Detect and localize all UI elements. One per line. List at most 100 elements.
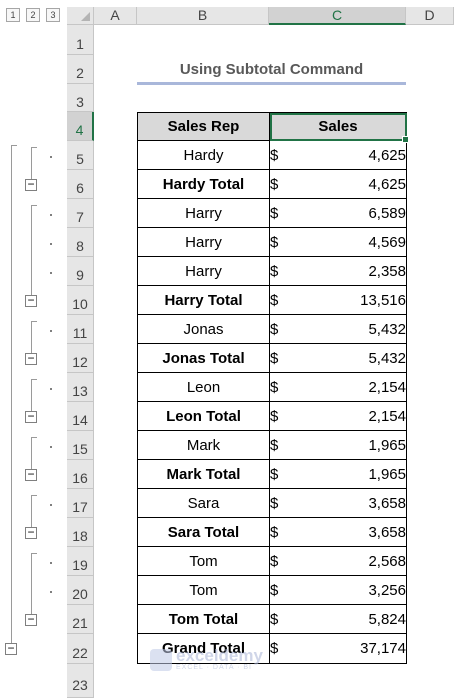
- sales-rep-cell[interactable]: Mark Total: [137, 459, 270, 489]
- row-header-1[interactable]: 1: [67, 25, 94, 55]
- sales-rep-cell[interactable]: Mark: [137, 430, 270, 460]
- sales-amount: $2,154: [270, 408, 406, 425]
- outline-group-line: [31, 147, 32, 179]
- outline-group-cap: [31, 379, 37, 380]
- sales-cell[interactable]: $2,358: [269, 256, 407, 286]
- fill-handle[interactable]: [402, 136, 409, 143]
- select-all-corner[interactable]: [67, 7, 94, 25]
- sales-rep-cell[interactable]: Tom: [137, 546, 270, 576]
- sales-cell[interactable]: $5,824: [269, 604, 407, 634]
- sales-rep-cell[interactable]: Hardy Total: [137, 169, 270, 199]
- row-header-18[interactable]: 18: [67, 518, 94, 547]
- row-header-15[interactable]: 15: [67, 431, 94, 460]
- row-header-4[interactable]: 4: [67, 112, 94, 141]
- outline-level-2-button[interactable]: 2: [26, 8, 40, 22]
- sales-cell[interactable]: $2,154: [269, 372, 407, 402]
- outline-group-cap: [31, 495, 37, 496]
- header-sales-rep[interactable]: Sales Rep: [137, 112, 270, 141]
- collapse-group-button[interactable]: −: [25, 526, 37, 539]
- row-header-23[interactable]: 23: [67, 664, 94, 698]
- sales-cell[interactable]: $4,625: [269, 140, 407, 170]
- sales-cell[interactable]: $1,965: [269, 430, 407, 460]
- subtotal-row: Harry Total $13,516: [137, 285, 407, 315]
- outline-group-line: [31, 205, 32, 295]
- sales-rep-cell[interactable]: Harry: [137, 256, 270, 286]
- subtotal-row: Leon Total $2,154: [137, 401, 407, 431]
- sales-rep-cell[interactable]: Jonas: [137, 314, 270, 344]
- row-header-10[interactable]: 10: [67, 286, 94, 315]
- collapse-group-button[interactable]: −: [25, 294, 37, 307]
- sales-cell[interactable]: $4,569: [269, 227, 407, 257]
- row-header-2[interactable]: 2: [67, 55, 94, 84]
- row-header-6[interactable]: 6: [67, 170, 94, 199]
- row-header-5[interactable]: 5: [67, 141, 94, 170]
- sales-rep-cell[interactable]: Tom Total: [137, 604, 270, 634]
- row-header-20[interactable]: 20: [67, 576, 94, 605]
- row-header-12[interactable]: 12: [67, 344, 94, 373]
- row-header-16[interactable]: 16: [67, 460, 94, 489]
- column-header-b[interactable]: B: [137, 7, 269, 25]
- sales-cell[interactable]: $4,625: [269, 169, 407, 199]
- column-header-d[interactable]: D: [406, 7, 454, 25]
- row-header-14[interactable]: 14: [67, 402, 94, 431]
- sales-cell[interactable]: $5,432: [269, 314, 407, 344]
- column-header-a[interactable]: A: [94, 7, 137, 25]
- currency-symbol: $: [270, 640, 279, 657]
- sales-rep-cell[interactable]: Leon Total: [137, 401, 270, 431]
- row-header-19[interactable]: 19: [67, 547, 94, 576]
- collapse-group-button[interactable]: −: [25, 468, 37, 481]
- sales-rep-cell[interactable]: Tom: [137, 575, 270, 605]
- row-header-21[interactable]: 21: [67, 605, 94, 634]
- sales-value: 3,256: [368, 581, 406, 599]
- sales-cell[interactable]: $13,516: [269, 285, 407, 315]
- header-sales[interactable]: Sales: [269, 112, 409, 143]
- sales-cell[interactable]: $2,568: [269, 546, 407, 576]
- sales-rep-cell[interactable]: Sara: [137, 488, 270, 518]
- outline-group-cap: [31, 437, 37, 438]
- sales-amount: $37,174: [270, 640, 406, 657]
- row-header-22[interactable]: 22: [67, 634, 94, 664]
- row-header-8[interactable]: 8: [67, 228, 94, 257]
- outline-group-cap: [31, 147, 37, 148]
- row-header-17[interactable]: 17: [67, 489, 94, 518]
- sales-value: 5,432: [368, 349, 406, 367]
- row-header-9[interactable]: 9: [67, 257, 94, 286]
- sales-amount: $2,568: [270, 553, 406, 570]
- sales-value: 5,824: [368, 610, 406, 628]
- sales-rep-cell[interactable]: Harry Total: [137, 285, 270, 315]
- sales-cell[interactable]: $3,658: [269, 517, 407, 547]
- outline-group-line: [31, 437, 32, 469]
- sales-cell[interactable]: $3,658: [269, 488, 407, 518]
- sales-amount: $3,658: [270, 524, 406, 541]
- outline-detail-dot: [50, 272, 52, 274]
- sales-rep-cell[interactable]: Leon: [137, 372, 270, 402]
- sales-rep-cell[interactable]: Sara Total: [137, 517, 270, 547]
- outline-level-1-button[interactable]: 1: [6, 8, 20, 22]
- sales-cell[interactable]: $2,154: [269, 401, 407, 431]
- sales-rep-cell[interactable]: Hardy: [137, 140, 270, 170]
- sales-cell[interactable]: $37,174: [269, 633, 407, 664]
- row-header-3[interactable]: 3: [67, 84, 94, 112]
- collapse-group-button[interactable]: −: [25, 613, 37, 626]
- sales-table: Sales Rep Sales Hardy $4,625 Hardy Total $4…: [137, 112, 409, 664]
- collapse-group-button[interactable]: −: [25, 410, 37, 423]
- sales-value: 5,432: [368, 320, 406, 338]
- sales-cell[interactable]: $1,965: [269, 459, 407, 489]
- sales-cell[interactable]: $3,256: [269, 575, 407, 605]
- collapse-group-button[interactable]: −: [25, 352, 37, 365]
- outline-level-3-button[interactable]: 3: [46, 8, 60, 22]
- sales-rep-cell[interactable]: Harry: [137, 227, 270, 257]
- column-header-c[interactable]: C: [269, 7, 406, 25]
- sales-amount: $5,432: [270, 350, 406, 367]
- sales-cell[interactable]: $6,589: [269, 198, 407, 228]
- sales-cell[interactable]: $5,432: [269, 343, 407, 373]
- sales-rep-cell[interactable]: Harry: [137, 198, 270, 228]
- currency-symbol: $: [270, 523, 279, 541]
- row-header-7[interactable]: 7: [67, 199, 94, 228]
- row-header-13[interactable]: 13: [67, 373, 94, 402]
- row-header-11[interactable]: 11: [67, 315, 94, 344]
- collapse-level1-button[interactable]: −: [5, 642, 17, 655]
- sales-rep-cell[interactable]: Jonas Total: [137, 343, 270, 373]
- sales-value: 2,358: [368, 262, 406, 280]
- collapse-group-button[interactable]: −: [25, 178, 37, 191]
